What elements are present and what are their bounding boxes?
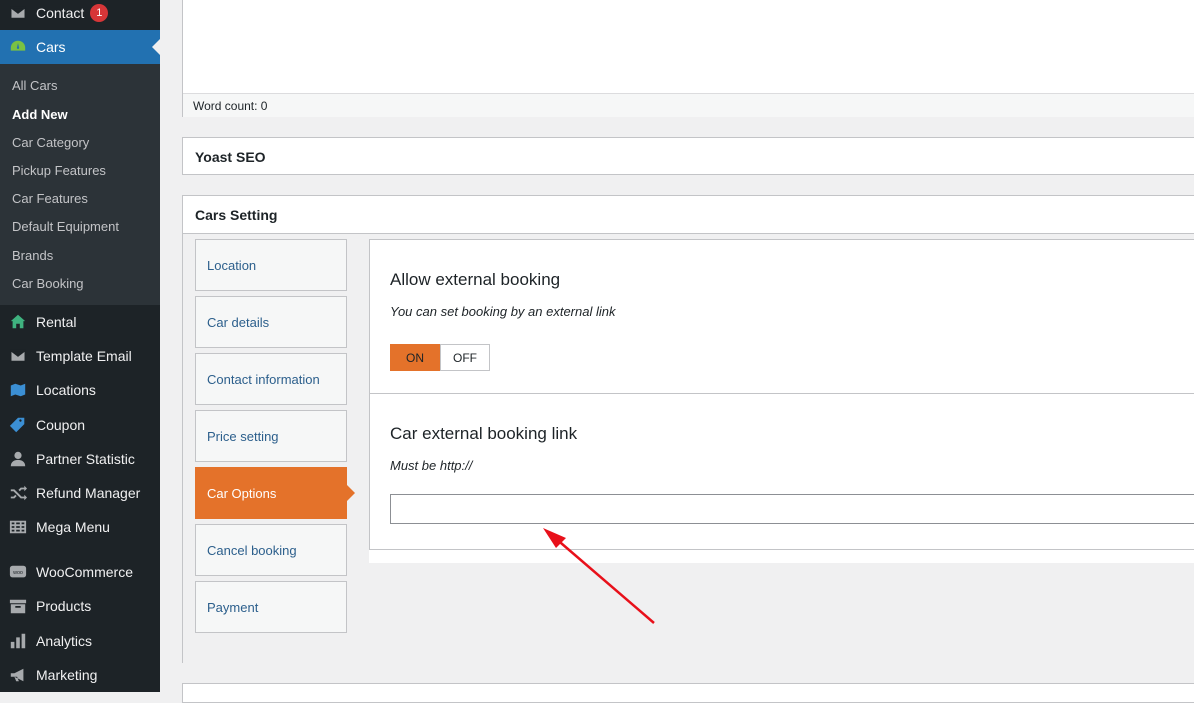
tab-contact-information[interactable]: Contact information [195,353,347,405]
menu-item-label: Refund Manager [36,485,141,501]
menu-item-label: Coupon [36,417,86,433]
person-icon [8,449,28,469]
tab-label: Car Options [207,485,277,501]
tab-car-details[interactable]: Car details [195,296,347,348]
menu-item-mega-menu[interactable]: Mega Menu [0,510,160,544]
menu-item-locations[interactable]: Locations [0,373,160,407]
submenu-add-new[interactable]: Add New [12,107,68,122]
tab-label: Car details [207,314,270,330]
menu-item-label: Products [36,598,92,614]
menu-item-contact[interactable]: Contact 1 [0,0,160,30]
menu-item-label: Locations [36,382,96,398]
tab-label: Price setting [207,428,279,444]
svg-text:woo: woo [12,570,23,576]
tab-label: Payment [207,599,259,615]
external-booking-section: Allow external booking You can set booki… [369,239,1194,394]
toggle-off-button[interactable]: OFF [440,344,490,371]
cars-submenu: All Cars Add New Car Category Pickup Fea… [0,64,160,305]
menu-item-partner-statistic[interactable]: Partner Statistic [0,442,160,476]
tag-icon [8,415,28,435]
external-booking-description: You can set booking by an external link [390,304,616,319]
menu-item-products[interactable]: Products [0,589,160,623]
submenu-brands[interactable]: Brands [12,248,53,263]
yoast-seo-title: Yoast SEO [195,149,266,165]
menu-item-label: Marketing [36,667,98,683]
grid-icon [8,517,28,537]
submenu-all-cars[interactable]: All Cars [12,78,58,93]
external-link-section: Car external booking link Must be http:/… [369,393,1194,550]
tab-price-setting[interactable]: Price setting [195,410,347,462]
cars-setting-body: Location Car details Contact information… [183,234,1194,663]
external-booking-title: Allow external booking [390,270,561,289]
external-link-input[interactable] [390,494,1194,524]
cars-setting-header[interactable]: Cars Setting [183,196,1194,234]
cars-setting-metabox: Cars Setting Location Car details Contac… [182,195,1194,663]
tab-car-options[interactable]: Car Options [195,467,355,519]
yoast-seo-metabox[interactable]: Yoast SEO [182,137,1194,175]
home-icon [8,312,28,332]
menu-item-label: WooCommerce [36,564,133,580]
menu-item-template-email[interactable]: Template Email [0,339,160,373]
menu-item-label: Mega Menu [36,519,110,535]
tab-payment[interactable]: Payment [195,581,347,633]
car-options-pane: Allow external booking You can set booki… [369,239,1194,563]
tab-label: Location [207,257,257,273]
shuffle-icon [8,483,28,503]
woo-icon: woo [8,562,28,582]
admin-sidebar: Contact 1 Cars All Cars Add New Car Cate… [0,0,160,692]
notification-badge: 1 [90,4,109,22]
menu-item-label: Template Email [36,348,132,364]
external-link-title: Car external booking link [390,424,578,443]
word-count: Word count: 0 [183,93,1194,117]
dashboard-icon [8,37,28,57]
megaphone-icon [8,665,28,685]
bar-chart-icon [8,631,28,651]
active-indicator [152,39,160,55]
menu-item-rental[interactable]: Rental [0,305,160,339]
menu-item-analytics[interactable]: Analytics [0,624,160,658]
tab-label: Cancel booking [207,542,297,558]
menu-item-refund-manager[interactable]: Refund Manager [0,476,160,510]
cars-setting-title: Cars Setting [195,207,278,223]
menu-item-marketing[interactable]: Marketing [0,658,160,692]
submenu-car-features[interactable]: Car Features [12,191,88,206]
archive-icon [8,596,28,616]
next-metabox [182,683,1194,703]
content-editor[interactable]: Word count: 0 [182,0,1194,117]
menu-item-coupon[interactable]: Coupon [0,408,160,442]
submenu-pickup-features[interactable]: Pickup Features [12,163,106,178]
menu-item-label: Contact [36,5,85,21]
external-link-description: Must be http:// [390,458,473,473]
envelope-icon [8,346,28,366]
submenu-car-category[interactable]: Car Category [12,135,89,150]
map-icon [8,380,28,400]
tab-cancel-booking[interactable]: Cancel booking [195,524,347,576]
tab-location[interactable]: Location [195,239,347,291]
external-booking-toggle[interactable]: ON OFF [390,344,490,371]
submenu-default-equipment[interactable]: Default Equipment [12,219,119,234]
menu-item-label: Analytics [36,633,93,649]
menu-item-cars[interactable]: Cars [0,30,160,64]
menu-item-label: Rental [36,314,77,330]
menu-item-woocommerce[interactable]: woo WooCommerce [0,555,160,589]
submenu-car-booking[interactable]: Car Booking [12,276,84,291]
envelope-icon [8,3,28,23]
toggle-on-button[interactable]: ON [390,344,440,371]
menu-item-label: Partner Statistic [36,451,135,467]
menu-item-label: Cars [36,39,66,55]
tab-label: Contact information [207,371,320,387]
